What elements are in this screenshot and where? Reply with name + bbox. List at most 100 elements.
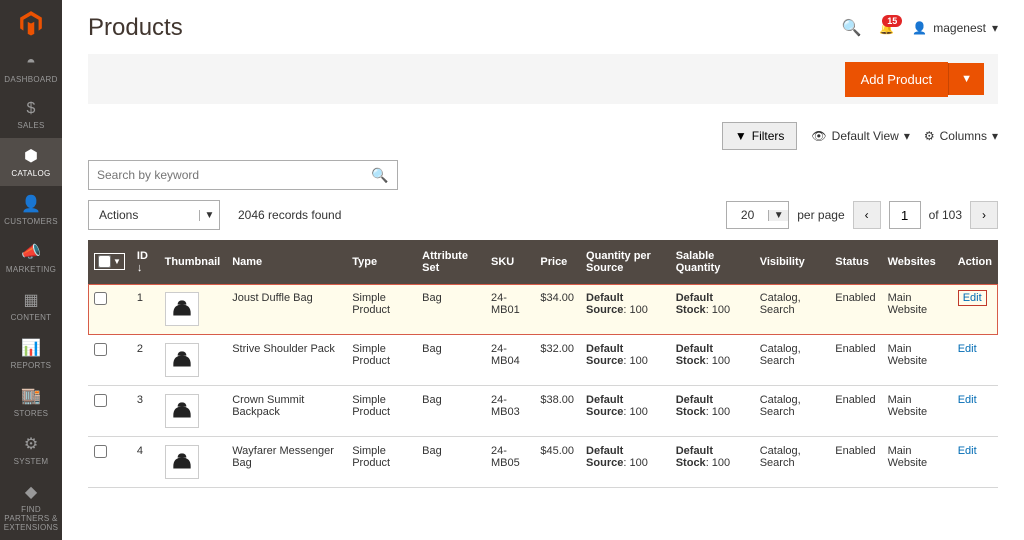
nav-catalog[interactable]: ⬢CATALOG bbox=[0, 138, 62, 186]
cell-id: 3 bbox=[131, 386, 159, 437]
search-submit-icon[interactable]: 🔍 bbox=[363, 167, 397, 184]
funnel-icon: ▼ bbox=[735, 129, 747, 143]
cell-websites: Main Website bbox=[882, 386, 952, 437]
cell-price: $38.00 bbox=[534, 386, 580, 437]
cell-attr: Bag bbox=[416, 386, 485, 437]
col-thumbnail[interactable]: Thumbnail bbox=[159, 240, 227, 284]
username-label: magenest bbox=[933, 21, 986, 35]
cell-salable: Default Stock: 100 bbox=[670, 335, 754, 386]
nav-marketing[interactable]: 📣MARKETING bbox=[0, 234, 62, 282]
main-content: Products 🔍 🔔 15 👤 magenest ▾ Add Product… bbox=[62, 0, 1024, 540]
notifications-button[interactable]: 🔔 15 bbox=[879, 21, 894, 35]
filters-button[interactable]: ▼Filters bbox=[722, 122, 798, 150]
edit-link[interactable]: Edit bbox=[958, 394, 977, 406]
cell-type: Simple Product bbox=[346, 386, 416, 437]
cell-id: 2 bbox=[131, 335, 159, 386]
sort-down-icon: ↓ bbox=[137, 262, 143, 274]
chevron-down-icon: ▾ bbox=[904, 129, 910, 143]
col-visibility[interactable]: Visibility bbox=[754, 240, 830, 284]
products-grid: ▼ ID ↓ Thumbnail Name Type Attribute Set… bbox=[88, 240, 998, 488]
cell-status: Enabled bbox=[829, 437, 881, 488]
cell-price: $45.00 bbox=[534, 437, 580, 488]
puzzle-icon: ◆ bbox=[25, 482, 37, 502]
col-id[interactable]: ID ↓ bbox=[131, 240, 159, 284]
layout-icon: ▦ bbox=[23, 290, 38, 310]
total-pages-label: of 103 bbox=[929, 208, 962, 222]
cell-status: Enabled bbox=[829, 386, 881, 437]
global-search-icon[interactable]: 🔍 bbox=[841, 18, 861, 38]
col-price[interactable]: Price bbox=[534, 240, 580, 284]
col-action[interactable]: Action bbox=[952, 240, 998, 284]
nav-customers[interactable]: 👤CUSTOMERS bbox=[0, 186, 62, 234]
table-row[interactable]: 3Crown Summit BackpackSimple ProductBag2… bbox=[88, 386, 998, 437]
edit-link[interactable]: Edit bbox=[958, 290, 987, 306]
prev-page-button[interactable]: ‹ bbox=[853, 201, 881, 229]
row-checkbox[interactable] bbox=[94, 445, 107, 458]
nav-partners[interactable]: ◆FIND PARTNERS & EXTENSIONS bbox=[0, 474, 62, 540]
cell-sku: 24-MB05 bbox=[485, 437, 534, 488]
add-product-button[interactable]: Add Product bbox=[845, 62, 949, 97]
col-attrset[interactable]: Attribute Set bbox=[416, 240, 485, 284]
person-icon: 👤 bbox=[21, 194, 41, 214]
cell-websites: Main Website bbox=[882, 284, 952, 335]
table-row[interactable]: 2Strive Shoulder PackSimple ProductBag24… bbox=[88, 335, 998, 386]
edit-link[interactable]: Edit bbox=[958, 445, 977, 457]
row-checkbox[interactable] bbox=[94, 343, 107, 356]
magento-logo[interactable] bbox=[0, 0, 62, 46]
cell-price: $32.00 bbox=[534, 335, 580, 386]
nav-content[interactable]: ▦CONTENT bbox=[0, 282, 62, 330]
cell-type: Simple Product bbox=[346, 284, 416, 335]
cell-qps: Default Source: 100 bbox=[580, 284, 670, 335]
cell-type: Simple Product bbox=[346, 335, 416, 386]
col-websites[interactable]: Websites bbox=[882, 240, 952, 284]
col-type[interactable]: Type bbox=[346, 240, 416, 284]
nav-stores[interactable]: 🏬STORES bbox=[0, 378, 62, 426]
cell-type: Simple Product bbox=[346, 437, 416, 488]
select-all-checkbox[interactable]: ▼ bbox=[94, 253, 125, 270]
cell-visibility: Catalog, Search bbox=[754, 335, 830, 386]
cell-price: $34.00 bbox=[534, 284, 580, 335]
user-icon: 👤 bbox=[912, 21, 927, 35]
col-name[interactable]: Name bbox=[226, 240, 346, 284]
chevron-down-icon: ▾ bbox=[992, 21, 998, 35]
col-salable[interactable]: Salable Quantity bbox=[670, 240, 754, 284]
keyword-search: 🔍 bbox=[88, 160, 398, 190]
nav-sales[interactable]: $SALES bbox=[0, 92, 62, 138]
gauge-icon: ◓ bbox=[26, 54, 36, 72]
current-page-input[interactable] bbox=[889, 201, 921, 229]
page-title: Products bbox=[88, 14, 183, 42]
row-checkbox[interactable] bbox=[94, 292, 107, 305]
chevron-down-icon: ▾ bbox=[992, 129, 998, 143]
nav-reports[interactable]: 📊REPORTS bbox=[0, 330, 62, 378]
action-band: Add Product ▼ bbox=[88, 54, 998, 104]
product-thumbnail bbox=[165, 394, 199, 428]
col-sku[interactable]: SKU bbox=[485, 240, 534, 284]
edit-link[interactable]: Edit bbox=[958, 343, 977, 355]
table-row[interactable]: 4Wayfarer Messenger BagSimple ProductBag… bbox=[88, 437, 998, 488]
cell-status: Enabled bbox=[829, 335, 881, 386]
cell-salable: Default Stock: 100 bbox=[670, 284, 754, 335]
nav-dashboard[interactable]: ◓DASHBOARD bbox=[0, 46, 62, 92]
cell-id: 1 bbox=[131, 284, 159, 335]
cube-icon: ⬢ bbox=[24, 146, 38, 166]
cell-visibility: Catalog, Search bbox=[754, 437, 830, 488]
cell-status: Enabled bbox=[829, 284, 881, 335]
default-view-button[interactable]: 👁Default View▾ bbox=[811, 129, 909, 143]
mass-actions-select[interactable]: Actions ▼ bbox=[88, 200, 220, 230]
bars-icon: 📊 bbox=[21, 338, 41, 358]
col-qps[interactable]: Quantity per Source bbox=[580, 240, 670, 284]
next-page-button[interactable]: › bbox=[970, 201, 998, 229]
dollar-icon: $ bbox=[27, 100, 36, 118]
user-menu[interactable]: 👤 magenest ▾ bbox=[912, 21, 998, 35]
cell-attr: Bag bbox=[416, 437, 485, 488]
per-page-select[interactable]: 20 ▼ bbox=[726, 201, 789, 229]
cell-qps: Default Source: 100 bbox=[580, 335, 670, 386]
row-checkbox[interactable] bbox=[94, 394, 107, 407]
col-status[interactable]: Status bbox=[829, 240, 881, 284]
cell-visibility: Catalog, Search bbox=[754, 284, 830, 335]
nav-system[interactable]: ⚙SYSTEM bbox=[0, 426, 62, 474]
columns-button[interactable]: ⚙Columns▾ bbox=[924, 129, 998, 143]
table-row[interactable]: 1Joust Duffle BagSimple ProductBag24-MB0… bbox=[88, 284, 998, 335]
search-input[interactable] bbox=[89, 168, 363, 182]
add-product-dropdown[interactable]: ▼ bbox=[948, 63, 984, 95]
